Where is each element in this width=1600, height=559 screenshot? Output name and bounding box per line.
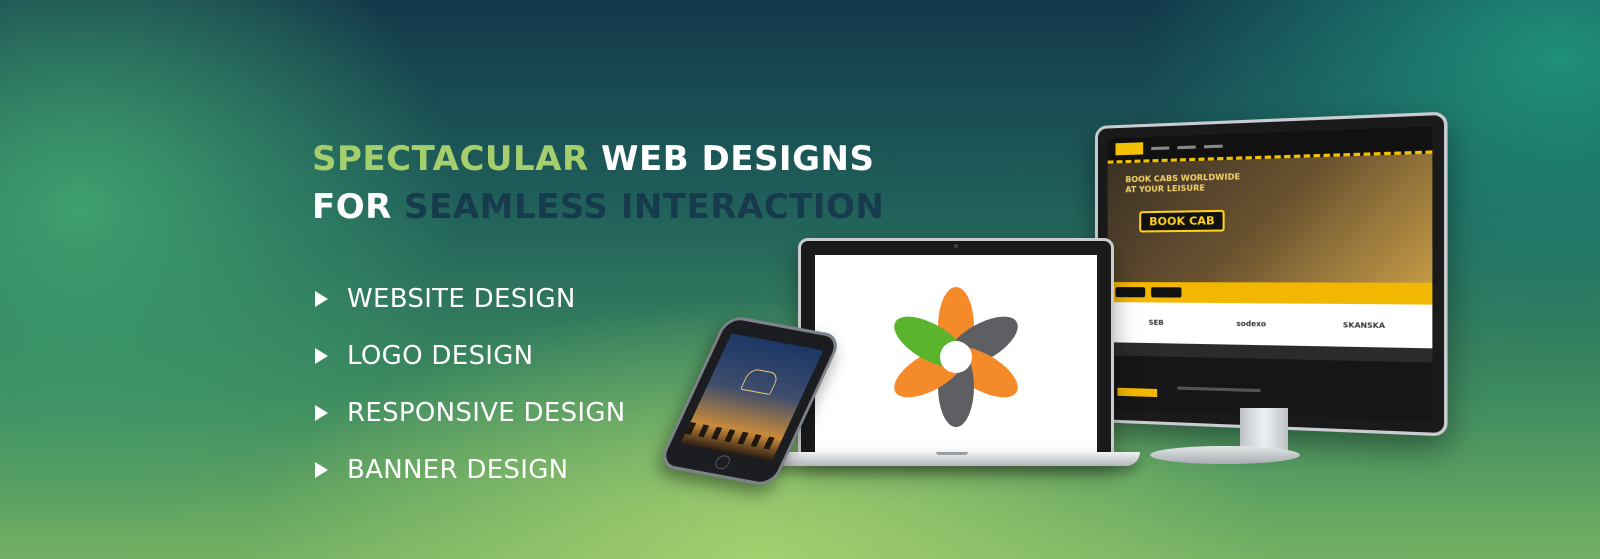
play-triangle-icon — [315, 290, 328, 307]
service-label: LOGO DESIGN — [347, 340, 534, 371]
mock-google-play-badge — [1151, 287, 1182, 298]
mock-hero-title: BOOK CABS WORLDWIDE AT YOUR LEISURE — [1125, 172, 1240, 195]
service-item-logo-design: LOGO DESIGN — [315, 327, 626, 384]
monitor-stand-base — [1150, 446, 1300, 464]
mock-nav-link — [1177, 144, 1196, 149]
mock-hero-title-line-1: BOOK CABS WORLDWIDE — [1125, 172, 1241, 185]
monitor-stand-neck — [1240, 408, 1288, 450]
mock-footer-text — [1177, 386, 1261, 393]
play-triangle-icon — [315, 461, 328, 478]
mock-footer-button — [1117, 387, 1158, 398]
hero-banner: SPECTACULAR WEB DESIGNS FOR SEAMLESS INT… — [0, 0, 1600, 559]
mock-book-cab-button: BOOK CAB — [1139, 209, 1226, 233]
laptop — [798, 238, 1114, 462]
pinwheel-logo-icon — [894, 287, 1018, 427]
monitor-screen: BOOK CABS WORLDWIDE AT YOUR LEISURE BOOK… — [1107, 126, 1433, 422]
desktop-monitor: BOOK CABS WORLDWIDE AT YOUR LEISURE BOOK… — [1095, 111, 1448, 437]
service-label: BANNER DESIGN — [347, 454, 569, 485]
service-label: WEBSITE DESIGN — [347, 283, 576, 314]
mock-site-logo — [1115, 142, 1144, 156]
headline-secondary-words: SEAMLESS INTERACTION — [404, 187, 885, 227]
headline-accent-word: SPECTACULAR — [312, 139, 589, 179]
service-item-banner-design: BANNER DESIGN — [315, 441, 626, 498]
headline-line-2: FOR SEAMLESS INTERACTION — [312, 183, 884, 231]
service-label: RESPONSIVE DESIGN — [347, 397, 626, 428]
headline: SPECTACULAR WEB DESIGNS FOR SEAMLESS INT… — [312, 135, 884, 231]
mock-clients-row: SEB sodexo SKANSKA — [1107, 302, 1433, 349]
phone-home-button — [712, 454, 733, 471]
mock-hero-title-line-2: AT YOUR LEISURE — [1125, 183, 1205, 195]
headline-connector-word: FOR — [312, 187, 392, 227]
phone-camel-silhouettes — [685, 422, 783, 451]
laptop-camera — [954, 244, 958, 248]
mock-nav-link — [1151, 145, 1170, 150]
headline-primary-words: WEB DESIGNS — [601, 139, 875, 179]
service-item-responsive-design: RESPONSIVE DESIGN — [315, 384, 626, 441]
service-item-website-design: WEBSITE DESIGN — [315, 270, 626, 327]
laptop-notch — [936, 452, 968, 455]
mock-app-store-badge — [1115, 287, 1146, 298]
headline-line-1: SPECTACULAR WEB DESIGNS — [312, 135, 884, 183]
play-triangle-icon — [315, 347, 328, 364]
mock-nav-link — [1203, 144, 1223, 148]
mock-app-strip — [1107, 282, 1433, 305]
play-triangle-icon — [315, 404, 328, 421]
mock-client: SKANSKA — [1342, 321, 1385, 331]
services-list: WEBSITE DESIGN LOGO DESIGN RESPONSIVE DE… — [315, 270, 626, 498]
mock-site-hero: BOOK CABS WORLDWIDE AT YOUR LEISURE BOOK… — [1107, 153, 1433, 283]
laptop-screen — [815, 255, 1097, 459]
phone-app-logo — [740, 367, 780, 396]
mock-client: sodexo — [1236, 319, 1267, 329]
mock-client: SEB — [1148, 318, 1164, 327]
